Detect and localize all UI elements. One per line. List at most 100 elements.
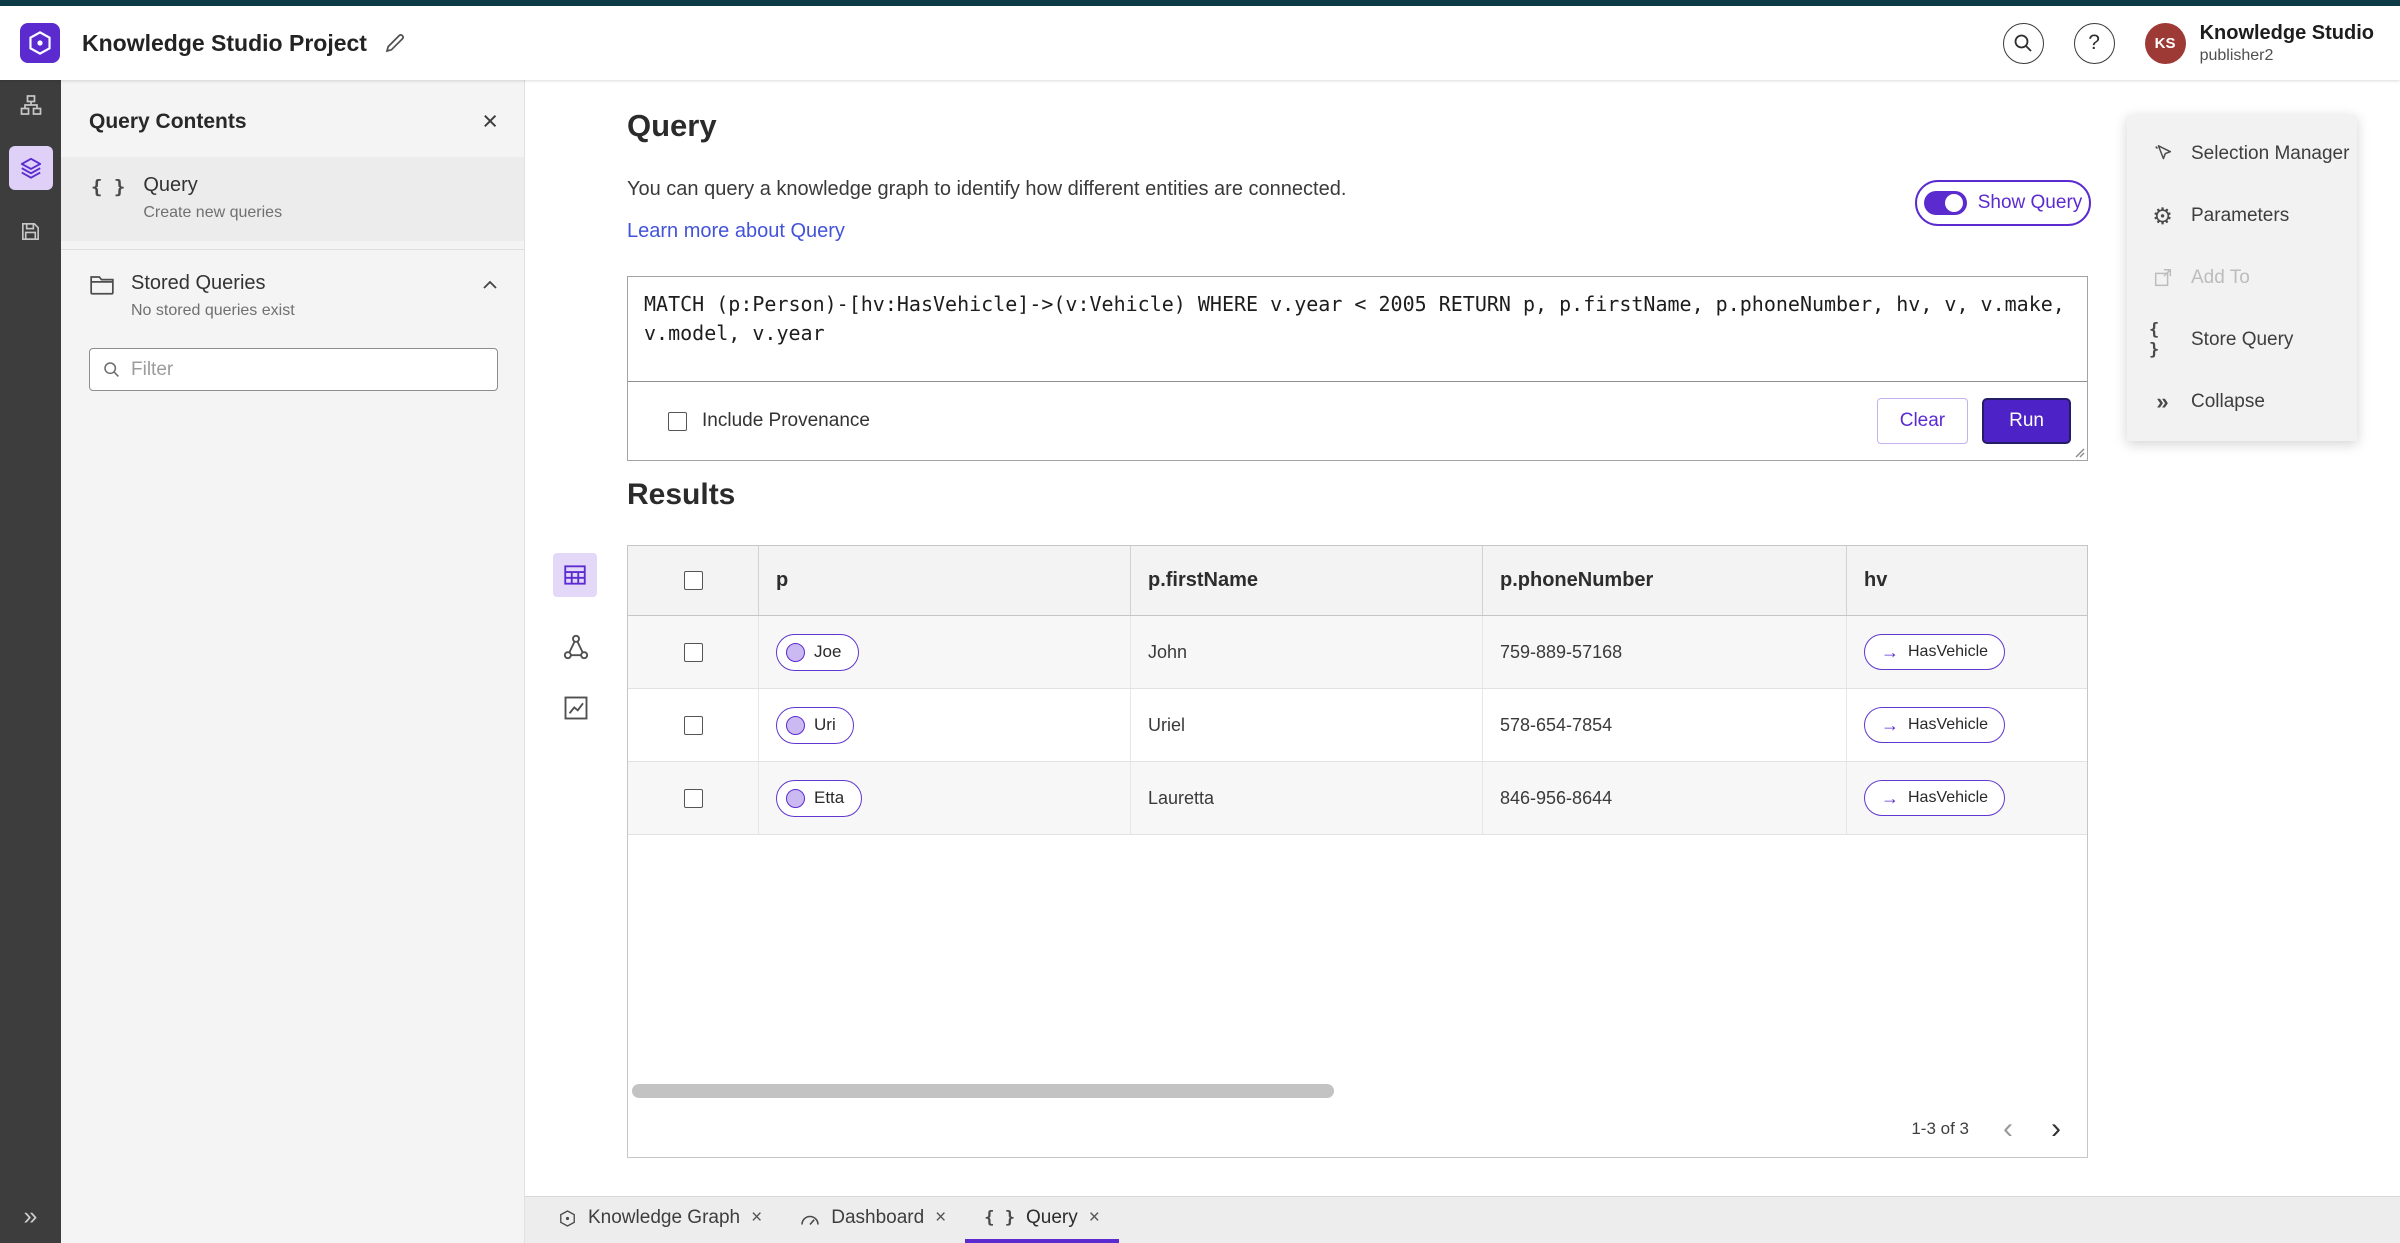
resize-handle-icon[interactable] [2072, 445, 2085, 458]
firstname-cell: Lauretta [1131, 762, 1483, 834]
toggle-knob [1944, 194, 1963, 212]
select-all-cell [628, 546, 759, 615]
entity-node-pill[interactable]: Etta [776, 779, 863, 817]
panel-header: Query Contents × [61, 80, 524, 157]
menu-item-parameters[interactable]: ⚙ Parameters [2127, 185, 2357, 247]
close-icon[interactable]: × [1089, 1207, 1100, 1229]
column-header-phone: p.phoneNumber [1483, 546, 1847, 615]
row-checkbox[interactable] [683, 715, 703, 735]
menu-item-label: Selection Manager [2191, 143, 2350, 164]
query-item-subtitle: Create new queries [143, 204, 283, 221]
cursor-select-icon [2149, 143, 2176, 165]
run-button[interactable]: Run [1982, 398, 2071, 444]
phone-cell: 846-956-8644 [1483, 762, 1847, 834]
firstname-cell: John [1131, 616, 1483, 688]
table-row: Joe John 759-889-57168 → HasVehicle [628, 616, 2087, 689]
relation-label: HasVehicle [1908, 789, 1989, 806]
query-textarea[interactable]: MATCH (p:Person)-[hv:HasVehicle]->(v:Veh… [628, 277, 2087, 382]
row-select-cell [628, 616, 759, 688]
braces-icon: { } [984, 1208, 1015, 1228]
prev-page-button[interactable]: ‹ [1999, 1114, 2017, 1144]
clear-button[interactable]: Clear [1876, 398, 1969, 444]
rail-expand-chevrons[interactable]: » [0, 1202, 61, 1231]
user-role: publisher2 [2199, 46, 2274, 64]
row-checkbox[interactable] [683, 788, 703, 808]
table-pagination: 1-3 of 3 ‹ › [628, 1101, 2087, 1157]
entity-cell: Joe [759, 616, 1131, 688]
rail-hierarchy-icon[interactable] [9, 83, 53, 127]
filter-box [89, 348, 498, 391]
sidebar-item-query[interactable]: { } Query Create new queries [61, 157, 524, 241]
filter-input[interactable] [131, 358, 485, 381]
relation-cell: → HasVehicle [1847, 616, 2087, 688]
show-query-toggle[interactable]: Show Query [1915, 180, 2091, 226]
next-page-button[interactable]: › [2047, 1114, 2065, 1144]
left-icon-rail: » [0, 80, 61, 1243]
search-button[interactable] [2002, 22, 2044, 64]
table-view-button[interactable] [553, 553, 597, 597]
tab-knowledge-graph[interactable]: Knowledge Graph × [539, 1197, 781, 1243]
close-icon[interactable]: × [751, 1207, 762, 1229]
stored-queries-text: Stored Queries No stored queries exist [131, 272, 295, 320]
stored-queries-subtitle: No stored queries exist [131, 302, 295, 319]
help-icon: ? [2088, 31, 2100, 54]
query-item-text: Query Create new queries [143, 174, 282, 222]
stored-queries-title: Stored Queries [131, 272, 266, 294]
column-header-p: p [759, 546, 1131, 615]
close-icon[interactable]: × [482, 108, 498, 135]
horizontal-scrollbar[interactable] [632, 1084, 1334, 1098]
tab-dashboard[interactable]: Dashboard × [781, 1197, 965, 1243]
row-select-cell [628, 689, 759, 761]
app-logo[interactable] [20, 23, 60, 63]
table-row: Etta Lauretta 846-956-8644 → HasVehicle [628, 762, 2087, 835]
relation-pill[interactable]: → HasVehicle [1864, 707, 2006, 743]
rail-save-icon[interactable] [9, 209, 53, 253]
bottom-tab-bar: Knowledge Graph × Dashboard × { } Query … [525, 1196, 2400, 1243]
show-query-label: Show Query [1977, 192, 2083, 213]
pagination-info: 1-3 of 3 [1911, 1119, 1969, 1138]
entity-node-pill[interactable]: Joe [776, 633, 860, 671]
close-icon[interactable]: × [935, 1207, 946, 1229]
arrow-icon: → [1881, 787, 1899, 808]
phone-cell: 578-654-7854 [1483, 689, 1847, 761]
include-provenance-checkbox[interactable] [668, 411, 687, 431]
collapse-icon: » [2156, 389, 2169, 414]
gauge-icon [801, 1215, 820, 1225]
query-editor-footer: Include Provenance Clear Run [628, 382, 2087, 460]
folder-icon [90, 276, 114, 295]
row-checkbox[interactable] [683, 642, 703, 662]
add-to-icon [2149, 267, 2176, 289]
project-title: Knowledge Studio Project [82, 29, 367, 56]
arrow-icon: → [1881, 714, 1899, 735]
learn-more-link[interactable]: Learn more about Query [627, 220, 845, 243]
firstname-cell: Uriel [1131, 689, 1483, 761]
relation-pill[interactable]: → HasVehicle [1864, 780, 2006, 816]
menu-item-selection-manager[interactable]: Selection Manager [2127, 123, 2357, 185]
select-all-checkbox[interactable] [683, 571, 703, 590]
query-actions-menu: Selection Manager ⚙ Parameters Add To { … [2127, 115, 2357, 441]
rail-layers-icon[interactable] [8, 146, 53, 190]
table-icon [564, 565, 586, 585]
user-block: Knowledge Studio publisher2 [2200, 21, 2374, 66]
hexagon-logo-icon [29, 31, 51, 55]
chevron-up-icon[interactable] [482, 280, 498, 290]
graph-view-button[interactable] [560, 631, 592, 663]
network-icon [563, 634, 589, 660]
page-description: You can query a knowledge graph to ident… [627, 178, 1347, 200]
app-header: Knowledge Studio Project ? KS Knowledge … [0, 6, 2400, 80]
avatar[interactable]: KS [2144, 22, 2186, 64]
arrow-icon: → [1881, 641, 1899, 662]
help-button[interactable]: ? [2073, 22, 2115, 64]
tab-query[interactable]: { } Query × [965, 1197, 1119, 1243]
stored-queries-header[interactable]: Stored Queries No stored queries exist [61, 250, 524, 334]
menu-item-store-query[interactable]: { } Store Query [2127, 309, 2357, 371]
relation-pill[interactable]: → HasVehicle [1864, 634, 2006, 670]
entity-node-pill[interactable]: Uri [776, 706, 854, 744]
entity-cell: Etta [759, 762, 1131, 834]
chart-view-button[interactable] [560, 692, 592, 724]
edit-title-icon[interactable] [383, 31, 407, 55]
menu-item-label: Collapse [2191, 391, 2265, 412]
menu-item-collapse[interactable]: » Collapse [2127, 371, 2357, 433]
relation-label: HasVehicle [1908, 716, 1989, 733]
menu-item-label: Add To [2191, 267, 2250, 288]
